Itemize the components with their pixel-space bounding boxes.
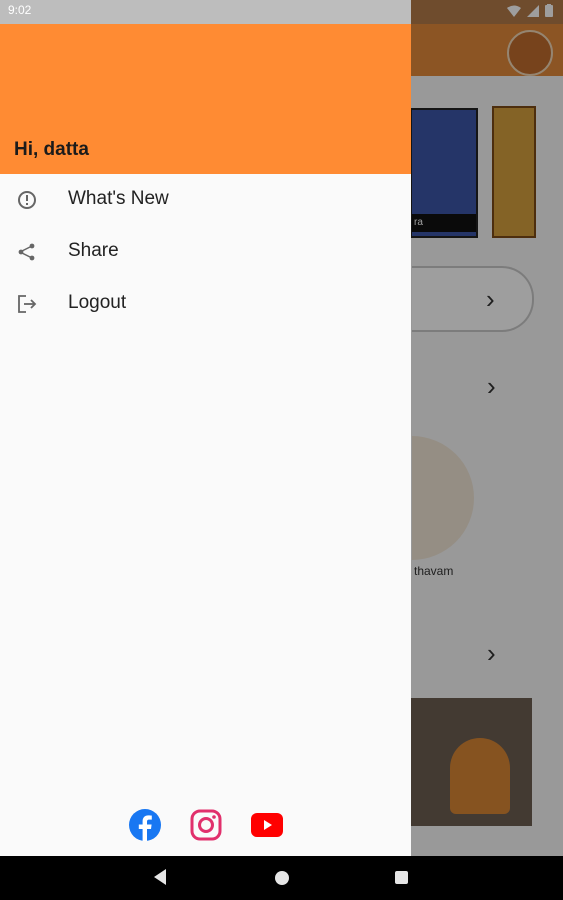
- instagram-icon[interactable]: [189, 808, 223, 842]
- drawer-header: Hi, datta: [0, 24, 411, 174]
- facebook-icon[interactable]: [128, 808, 162, 842]
- logout-icon: [18, 295, 37, 313]
- system-nav-bar: [0, 856, 563, 900]
- social-links: [128, 808, 284, 842]
- home-button[interactable]: [275, 871, 289, 885]
- share-icon: [18, 243, 35, 261]
- status-time: 9:02: [8, 3, 32, 17]
- info-icon: [18, 191, 36, 209]
- status-bar: 9:02: [0, 0, 411, 24]
- menu-item-logout[interactable]: Logout: [0, 278, 411, 330]
- youtube-icon[interactable]: [250, 808, 284, 842]
- recents-button[interactable]: [395, 871, 408, 884]
- drawer-menu: What's New Share Logout: [0, 174, 411, 330]
- menu-label: Share: [68, 240, 119, 261]
- menu-item-share[interactable]: Share: [0, 226, 411, 278]
- menu-label: Logout: [68, 292, 127, 313]
- menu-label: What's New: [68, 188, 169, 209]
- navigation-drawer: 9:02 Hi, datta What's New Share Logout: [0, 0, 411, 856]
- menu-item-whats-new[interactable]: What's New: [0, 174, 411, 226]
- back-button[interactable]: [154, 869, 166, 885]
- user-greeting: Hi, datta: [14, 139, 89, 160]
